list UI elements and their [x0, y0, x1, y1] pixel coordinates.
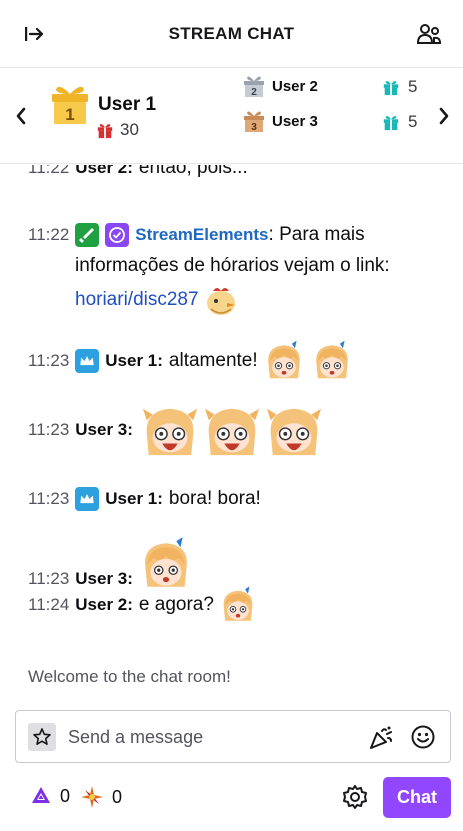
message-text: bora! bora! [168, 488, 261, 509]
message-timestamp: 11:24 [28, 595, 70, 614]
chat-message-list[interactable]: 11:22 User 2: entao, pois... 11:22 Strea… [0, 165, 463, 695]
svg-text:1: 1 [65, 105, 74, 124]
chat-message: 11:22 User 2: entao, pois... [28, 165, 248, 179]
leaderboard-third-place: 3 User 3 [242, 109, 318, 133]
welcome-message: Welcome to the chat room! [28, 667, 231, 686]
points-2-value: 0 [112, 786, 123, 807]
third-place-user[interactable]: User 3 [272, 113, 318, 130]
points-1-value: 0 [60, 785, 71, 806]
emoji-smiley-icon[interactable] [410, 724, 436, 750]
shocked-girl-emote-icon [203, 401, 261, 459]
purple-diamond-points-icon [32, 787, 50, 803]
chicken-emote-icon [206, 288, 235, 315]
shocked-girl-emote-icon [141, 401, 199, 459]
message-username[interactable]: User 2: [75, 165, 133, 178]
moderator-sword-icon [75, 223, 100, 247]
silver-gift-badge-icon: 2 [244, 76, 264, 98]
leaderboard-first-place: 1 User 1 30 [48, 80, 238, 150]
second-place-gifts: 5 [382, 77, 417, 97]
message-text: e agora? [138, 594, 214, 615]
message-timestamp: 11:23 [28, 420, 70, 439]
star-button[interactable] [28, 723, 56, 751]
chat-message: 11:23 User 3: [28, 401, 323, 459]
chevron-left-icon [16, 107, 26, 125]
channel-points-2[interactable]: 0 [80, 785, 122, 809]
leaderboard-prev-button[interactable] [10, 104, 32, 128]
channel-points-1[interactable]: 0 [30, 785, 70, 807]
anime-girl-emote-icon [262, 339, 306, 383]
collapse-button[interactable] [18, 18, 50, 50]
message-text: informações de hórarios vejam o link: [75, 255, 390, 276]
gold-gift-badge-icon: 1 [52, 86, 88, 124]
send-chat-button[interactable]: Chat [383, 777, 451, 818]
star-icon [33, 728, 51, 745]
first-place-gifts: 30 [96, 120, 139, 140]
message-timestamp: 11:23 [28, 351, 70, 370]
collapse-arrow-icon [25, 27, 44, 41]
message-link-line: horiari/disc287 [75, 283, 239, 317]
anime-girl-emote-icon [310, 339, 354, 383]
message-timestamp: 11:23 [28, 489, 70, 508]
third-place-gifts: 5 [382, 112, 417, 132]
message-timestamp: 11:22 [28, 165, 70, 177]
message-username[interactable]: User 1: [105, 351, 163, 371]
second-place-gift-count: 5 [408, 77, 418, 96]
svg-text:3: 3 [251, 122, 257, 133]
message-username[interactable]: User 3: [75, 420, 133, 440]
message-username[interactable]: User 1: [105, 489, 163, 509]
leaderboard-second-place: 2 User 2 [242, 74, 318, 98]
message-timestamp: 11:22 [28, 225, 70, 244]
gift-leaderboard: 1 User 1 30 2 User 2 3 User 3 5 5 [0, 68, 463, 164]
first-place-gift-count: 30 [120, 120, 139, 139]
community-users-icon [416, 24, 442, 44]
third-place-gift-count: 5 [408, 112, 418, 131]
message-username[interactable]: StreamElements [135, 225, 268, 245]
gear-icon[interactable] [342, 784, 368, 810]
message-username[interactable]: User 2: [75, 595, 133, 615]
chat-message-input[interactable] [68, 719, 358, 755]
crown-badge-icon [75, 487, 100, 511]
shocked-girl-emote-icon [265, 401, 323, 459]
chat-message: 11:23 User 1: altamente! [28, 339, 354, 383]
message-link[interactable]: horiari/disc287 [75, 289, 199, 311]
chevron-right-icon [439, 107, 449, 125]
chat-header: STREAM CHAT [0, 0, 463, 68]
message-text: altamente! [168, 350, 258, 371]
chat-input-box [15, 710, 451, 763]
party-popper-icon[interactable] [368, 725, 394, 751]
compass-star-points-icon [81, 786, 103, 808]
chat-footer: 0 0 Chat [0, 775, 463, 821]
verified-bot-icon [105, 223, 130, 247]
red-gift-icon [96, 121, 114, 139]
message-text: : Para mais [268, 224, 365, 245]
message-text-continued: informações de hórarios vejam o link: [75, 255, 390, 277]
community-button[interactable] [413, 18, 445, 50]
leaderboard-next-button[interactable] [433, 104, 455, 128]
bronze-gift-badge-icon: 3 [244, 111, 264, 133]
crown-badge-icon [75, 349, 100, 373]
chat-message: 11:22 StreamElements : Para mais [28, 223, 365, 247]
second-place-user[interactable]: User 2 [272, 78, 318, 95]
chat-message: 11:23 User 1: bora! bora! [28, 487, 261, 511]
chat-message: 11:24 User 2: e agora? [28, 585, 258, 625]
message-text: entao, pois... [138, 165, 248, 178]
anime-girl-emote-icon [218, 585, 258, 625]
teal-gift-icon [382, 78, 400, 96]
svg-text:2: 2 [251, 87, 257, 98]
chat-title: STREAM CHAT [168, 23, 295, 43]
first-place-user[interactable]: User 1 [98, 94, 156, 116]
teal-gift-icon [382, 113, 400, 131]
